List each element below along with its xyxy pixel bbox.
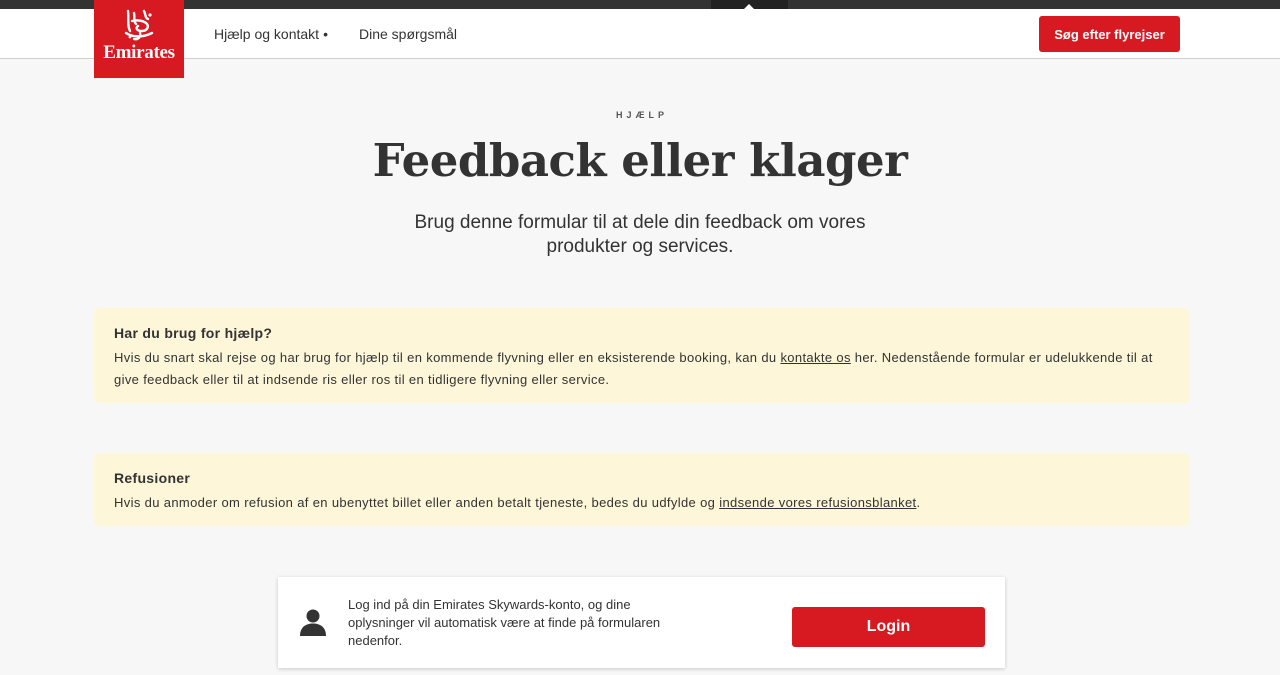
page-title: Feedback eller klager — [372, 134, 908, 187]
nav-your-questions[interactable]: Dine spørgsmål — [359, 26, 457, 42]
nav-help-contact-label: Hjælp og kontakt — [214, 26, 320, 42]
page-subtitle: Brug denne formular til at dele din feed… — [414, 212, 866, 257]
refund-notice-text-before: Hvis du anmoder om refusion af en ubenyt… — [114, 495, 720, 510]
user-icon — [300, 609, 326, 636]
nav-help-contact-marker: • — [323, 26, 328, 42]
help-notice: Har du brug for hjælp? Hvis du snart ska… — [94, 308, 1190, 403]
emirates-logo[interactable]: Emirates — [94, 0, 184, 78]
emirates-calligraphy-icon — [124, 9, 154, 41]
nav-help-contact[interactable]: Hjælp og kontakt • — [214, 26, 328, 42]
refund-notice-heading: Refusioner — [114, 470, 191, 486]
refund-form-link[interactable]: indsende vores refusionsblanket — [719, 495, 916, 510]
contact-us-link[interactable]: kontakte os — [780, 350, 850, 365]
refund-notice-text-after: . — [916, 495, 921, 510]
login-button[interactable]: Login — [792, 607, 985, 647]
help-notice-text-before: Hvis du snart skal rejse og har brug for… — [114, 350, 781, 365]
refund-notice-text: Hvis du anmoder om refusion af en ubenyt… — [114, 492, 1170, 514]
search-flights-button[interactable]: Søg efter flyrejser — [1039, 16, 1180, 52]
login-card-text: Log ind på din Emirates Skywards-konto, … — [348, 597, 661, 648]
top-strip — [0, 0, 1280, 9]
logo-wordmark: Emirates — [103, 42, 175, 63]
help-notice-text: Hvis du snart skal rejse og har brug for… — [114, 347, 1170, 391]
header-navbar: Hjælp og kontakt • Dine spørgsmål Søg eft… — [0, 9, 1280, 59]
refund-notice: Refusioner Hvis du anmoder om refusion a… — [94, 453, 1190, 526]
login-card: Log ind på din Emirates Skywards-konto, … — [278, 577, 1005, 668]
help-notice-heading: Har du brug for hjælp? — [114, 325, 273, 341]
page-eyebrow: HJÆLP — [615, 110, 668, 120]
